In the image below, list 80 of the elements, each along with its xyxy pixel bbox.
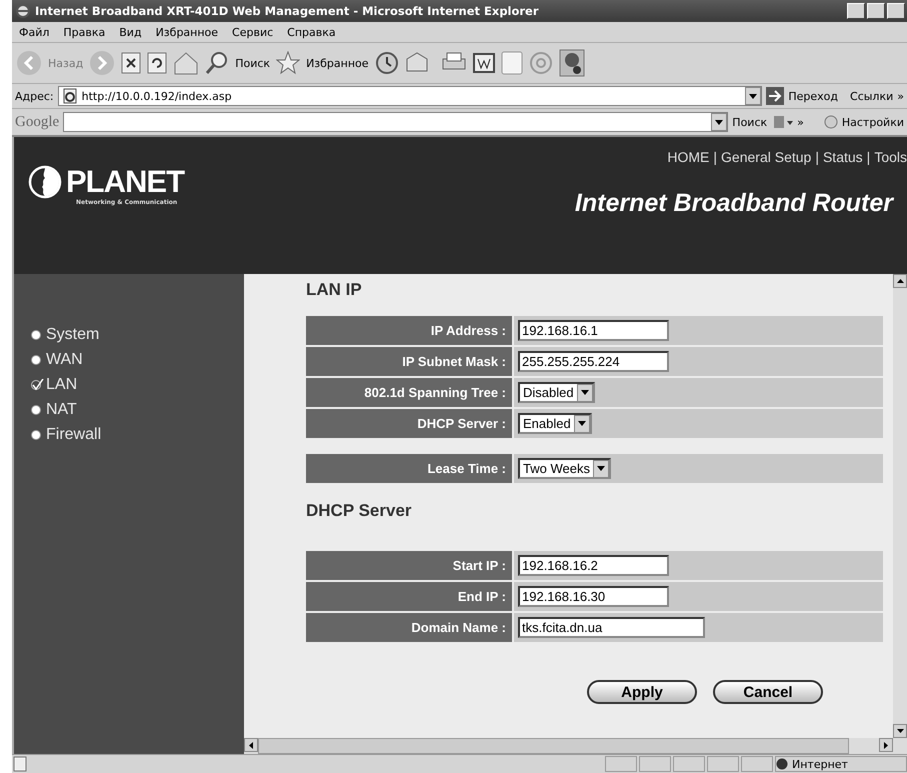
page-title: Internet Broadband Router — [574, 189, 893, 218]
field-label: Lease Time : — [306, 454, 512, 483]
nav-separator: | — [815, 149, 819, 165]
stop-icon[interactable] — [121, 52, 142, 74]
menu-item[interactable]: Справка — [280, 26, 343, 38]
minimize-button[interactable] — [847, 3, 865, 19]
zone-label: Интернет — [792, 758, 848, 770]
menu-item[interactable]: Сервис — [225, 26, 280, 38]
more-chevron[interactable]: » — [797, 116, 804, 128]
page-icon — [12, 756, 28, 772]
note-icon[interactable] — [500, 51, 523, 75]
google-logo: Google — [15, 114, 60, 130]
field-label: IP Address : — [306, 316, 512, 345]
home-icon[interactable] — [173, 51, 200, 75]
address-field[interactable]: http://10.0.0.192/index.asp — [58, 86, 762, 106]
input-field[interactable]: 192.168.16.2 — [518, 555, 669, 576]
field-label: DHCP Server : — [306, 409, 512, 438]
messenger-icon[interactable] — [558, 49, 585, 77]
browser-icon — [15, 3, 31, 19]
nav-link[interactable]: General Setup — [721, 149, 812, 165]
nav-link[interactable]: Tools — [874, 149, 907, 165]
input-field[interactable]: 192.168.16.30 — [518, 586, 669, 607]
refresh-icon[interactable] — [147, 52, 168, 74]
section-heading: DHCP Server — [306, 501, 413, 522]
field-label: End IP : — [306, 582, 512, 611]
menu-item[interactable]: Вид — [112, 26, 149, 38]
left-arrow-icon[interactable] — [249, 742, 253, 748]
word-icon[interactable] — [472, 53, 495, 73]
page-icon — [62, 88, 78, 104]
menu-item[interactable]: Файл — [12, 26, 56, 38]
sidebar-item[interactable]: LAN — [14, 372, 244, 397]
planet-logo-icon — [28, 165, 62, 199]
field-label: Domain Name : — [306, 613, 512, 642]
go-arrow-icon[interactable] — [766, 87, 784, 105]
menu-item[interactable]: Избранное — [148, 26, 226, 38]
search-icon[interactable] — [205, 51, 230, 75]
vertical-scrollbar[interactable] — [893, 274, 907, 738]
star-icon[interactable] — [276, 51, 300, 75]
links-more[interactable]: » — [897, 90, 904, 102]
form-button[interactable]: Cancel — [713, 680, 823, 704]
select-field[interactable]: Enabled — [518, 413, 592, 434]
input-field[interactable]: 192.168.16.1 — [518, 320, 669, 341]
radio-icon[interactable] — [824, 115, 838, 129]
sidebar-item[interactable]: NAT — [14, 397, 244, 422]
input-field[interactable]: tks.fcita.dn.ua — [518, 617, 705, 638]
field-label: 802.1d Spanning Tree : — [306, 378, 512, 407]
sidebar-item[interactable]: Firewall — [14, 422, 244, 447]
menu-item[interactable]: Правка — [56, 26, 112, 38]
go-label[interactable]: Переход — [788, 90, 838, 102]
input-field[interactable]: 255.255.255.224 — [518, 351, 669, 372]
maximize-button[interactable] — [867, 3, 885, 19]
down-arrow-icon[interactable] — [896, 729, 904, 733]
horizontal-scrollbar[interactable] — [244, 738, 907, 754]
nav-separator: | — [713, 149, 718, 165]
google-search-button[interactable]: Поиск — [732, 116, 768, 128]
nav-separator: | — [866, 149, 870, 165]
toolbar-options-icon[interactable] — [771, 114, 794, 130]
close-button[interactable] — [887, 3, 905, 19]
sidebar-item[interactable]: WAN — [14, 347, 244, 372]
field-label: Start IP : — [306, 551, 512, 580]
form-button[interactable]: Apply — [587, 680, 697, 704]
up-arrow-icon[interactable] — [896, 279, 904, 283]
links-label[interactable]: Ссылки — [850, 90, 894, 102]
select-field[interactable]: Disabled — [518, 382, 595, 403]
right-arrow-icon[interactable] — [884, 742, 888, 748]
select-field[interactable]: Two Weeks — [518, 458, 611, 479]
favorites-label[interactable]: Избранное — [306, 56, 369, 70]
search-label[interactable]: Поиск — [235, 56, 270, 70]
brand-logo: PLANET — [66, 167, 184, 197]
address-label: Адрес: — [15, 90, 54, 102]
window-title: Internet Broadband XRT-401D Web Management - Microsoft Internet Explorer — [35, 4, 540, 18]
section-heading: LAN IP — [306, 280, 363, 301]
field-label: IP Subnet Mask : — [306, 347, 512, 376]
settings-button[interactable]: Настройки — [842, 116, 904, 128]
history-icon[interactable] — [374, 51, 399, 75]
globe-icon — [776, 758, 788, 770]
nav-link[interactable]: HOME — [667, 149, 710, 165]
nav-link[interactable]: Status — [822, 149, 863, 165]
sidebar-item[interactable]: System — [14, 322, 244, 347]
google-search-field[interactable] — [63, 112, 728, 132]
